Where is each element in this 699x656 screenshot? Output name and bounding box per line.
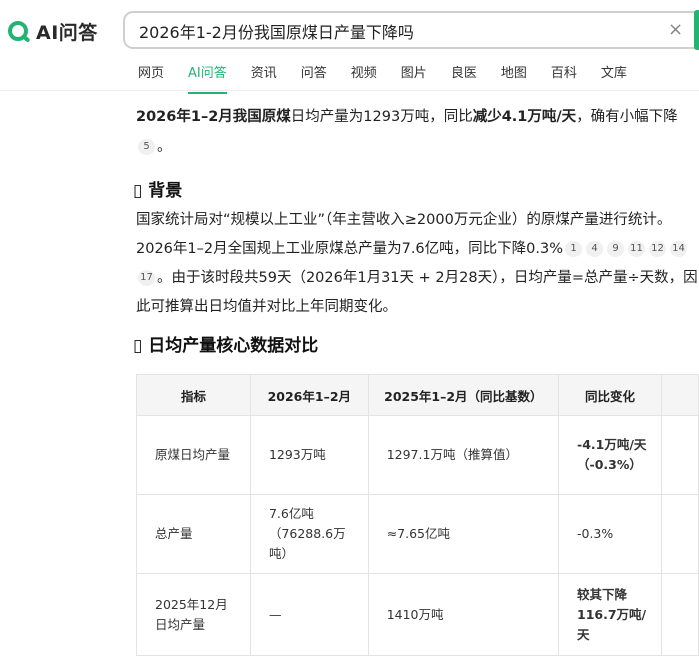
table-header-row: 指标 2026年1–2月 2025年1–2月（同比基数） 同比变化 [136,374,699,416]
tab-baike[interactable]: 百科 [551,65,577,89]
citation-badge[interactable]: 17 [138,270,155,286]
tab-wenku[interactable]: 文库 [601,65,627,89]
tab-ai-qa[interactable]: AI问答 [188,65,227,94]
logo-text: AI问答 [36,21,98,44]
table-cell-cut [660,573,699,656]
table-cell-cut [660,415,699,495]
section-title-text: 日均产量核心数据对比 [148,336,319,356]
tab-images[interactable]: 图片 [401,65,427,89]
section-title-comparison: ▯ 日均产量核心数据对比 [133,331,318,356]
summary-bold-1: 2026年1–2月我国原煤 [136,109,291,125]
background-paragraph: 国家统计局对“规模以上工业”（年主营收入≥2000万元企业）的原煤产量进行统计。… [136,206,698,322]
table-cell: 较其下降116.7万吨/天 [558,573,662,656]
answer-summary: 2026年1–2月我国原煤日均产量为1293万吨，同比减少4.1万吨/天，确有小… [136,102,696,162]
clear-icon[interactable]: × [668,19,683,41]
table-cell: 1293万吨 [249,415,369,495]
tab-map[interactable]: 地图 [501,65,527,89]
summary-text-2: ，确有小幅下降 [576,109,678,125]
table-cell: ≈7.65亿吨 [367,494,560,574]
section-icon: ▯ [133,336,143,356]
citation-badge[interactable]: 14 [670,241,687,257]
logo-icon [8,21,28,41]
search-button[interactable] [694,10,699,50]
search-box[interactable]: × [123,11,699,49]
citation-badge[interactable]: 11 [628,241,645,257]
table-cell: -4.1万吨/天（-0.3%） [558,415,662,495]
section-title-text: 背景 [148,181,183,201]
section-title-background: ▯ 背景 [133,176,182,201]
table-cell: 1410万吨 [367,573,560,656]
search-input[interactable] [137,19,661,43]
column-header: 同比变化 [558,374,662,416]
column-header: 指标 [136,374,251,416]
table-row: 2025年12月日均产量 — 1410万吨 较其下降116.7万吨/天 [136,573,699,656]
tab-web[interactable]: 网页 [138,65,164,89]
comparison-table: 指标 2026年1–2月 2025年1–2月（同比基数） 同比变化 原煤日均产量… [136,374,699,656]
summary-bold-2: 减少4.1万吨/天 [472,109,577,125]
column-header: 2025年1–2月（同比基数） [367,374,560,416]
summary-text-1: 日均产量为1293万吨，同比 [290,109,473,125]
search-tabs: 网页 AI问答 资讯 问答 视频 图片 良医 地图 百科 文库 [138,65,675,94]
tab-news[interactable]: 资讯 [251,65,277,89]
citation-badge[interactable]: 9 [607,241,624,257]
citation-badge[interactable]: 5 [138,139,155,155]
table-cell: -0.3% [558,494,662,574]
table-cell: — [249,573,369,656]
summary-paragraph: 2026年1–2月我国原煤日均产量为1293万吨，同比减少4.1万吨/天，确有小… [136,102,696,162]
header-divider [0,90,699,91]
section-icon: ▯ [133,181,143,201]
logo[interactable]: AI问答 [8,18,98,44]
tab-doctor[interactable]: 良医 [451,65,477,89]
tab-video[interactable]: 视频 [351,65,377,89]
background-text-2: 。由于该时段共59天（2026年1月31天 + 2月28天），日均产量=总产量÷… [136,270,698,315]
column-header: 2026年1–2月 [249,374,369,416]
table-cell-cut [660,494,699,574]
citation-badge[interactable]: 12 [649,241,666,257]
table-row: 总产量 7.6亿吨（76288.6万吨） ≈7.65亿吨 -0.3% [136,494,699,574]
table-row: 原煤日均产量 1293万吨 1297.1万吨（推算值） -4.1万吨/天（-0.… [136,415,699,495]
table-cell: 2025年12月日均产量 [136,573,251,656]
table-cell: 总产量 [136,494,251,574]
table-cell: 1297.1万吨（推算值） [367,415,560,495]
summary-end: 。 [157,139,172,155]
column-header-cut [660,374,699,416]
table-cell: 7.6亿吨（76288.6万吨） [249,494,369,574]
citation-badge[interactable]: 4 [586,241,603,257]
table-cell: 原煤日均产量 [136,415,251,495]
tab-qa[interactable]: 问答 [301,65,327,89]
citation-badge[interactable]: 1 [565,241,582,257]
